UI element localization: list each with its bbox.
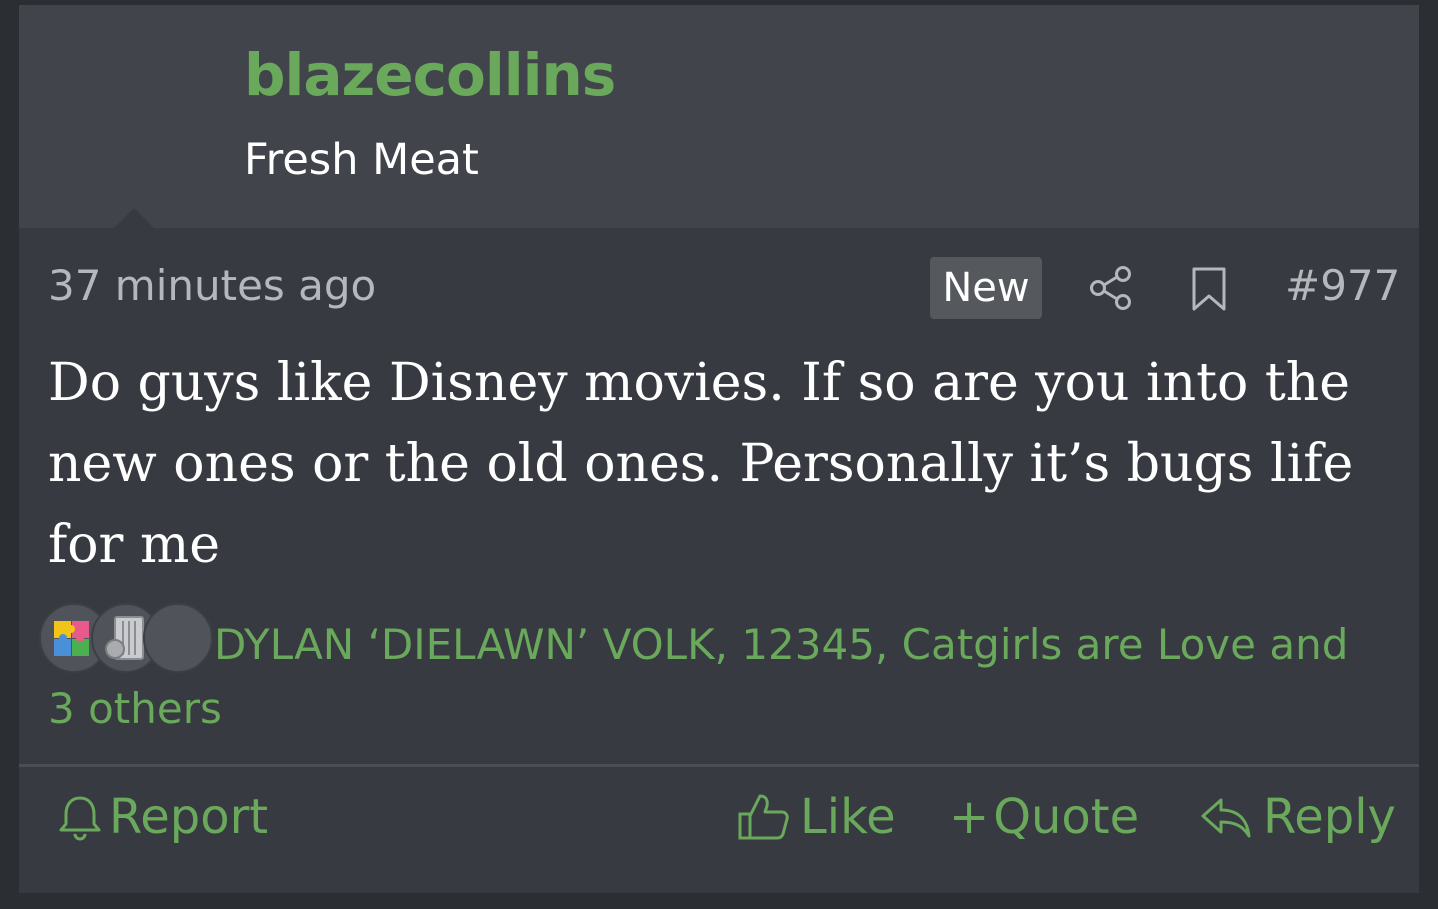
reply-label: Reply bbox=[1263, 789, 1396, 845]
post-number-link[interactable]: #977 bbox=[1285, 261, 1400, 310]
footer-divider bbox=[19, 764, 1419, 767]
reply-button[interactable]: Reply bbox=[1199, 785, 1396, 849]
report-button[interactable]: Report bbox=[57, 785, 268, 849]
report-label: Report bbox=[109, 789, 269, 845]
bell-icon bbox=[59, 796, 101, 841]
plus-icon: + bbox=[949, 789, 990, 845]
quote-label: Quote bbox=[993, 789, 1140, 845]
bookmark-icon[interactable] bbox=[1191, 266, 1227, 312]
post-timestamp[interactable]: 37 minutes ago bbox=[48, 261, 376, 310]
share-icon[interactable] bbox=[1089, 265, 1133, 311]
user-header: blazecollins Fresh Meat bbox=[19, 5, 1419, 228]
like-label: Like bbox=[800, 789, 896, 845]
quote-button[interactable]: + Quote bbox=[949, 785, 1139, 849]
user-title: Fresh Meat bbox=[244, 135, 479, 185]
header-pointer-arrow bbox=[114, 208, 154, 228]
post-card: blazecollins Fresh Meat 37 minutes ago N… bbox=[19, 5, 1419, 893]
new-badge: New bbox=[930, 257, 1042, 319]
reaction-summary-link[interactable]: DYLAN ‘DIELAWN’ VOLK, 12345, Catgirls ar… bbox=[48, 613, 1388, 741]
like-button[interactable]: Like bbox=[736, 785, 896, 849]
post-body: Do guys like Disney movies. If so are yo… bbox=[48, 353, 1354, 575]
reply-arrow-icon bbox=[1201, 798, 1251, 838]
username-link[interactable]: blazecollins bbox=[244, 41, 616, 109]
thumbs-up-icon bbox=[738, 794, 789, 840]
